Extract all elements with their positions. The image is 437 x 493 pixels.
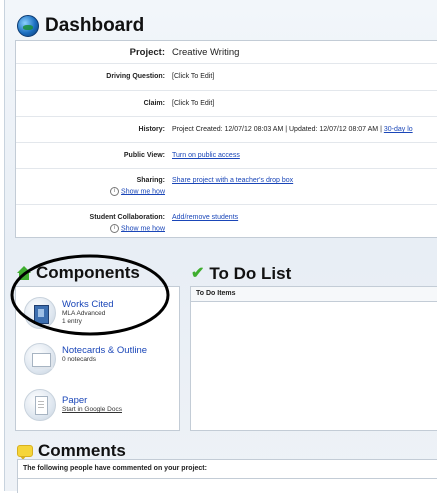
- dashboard-title: Dashboard: [45, 15, 145, 36]
- todo-items-header: To Do Items: [191, 287, 437, 302]
- works-cited-link[interactable]: Works Cited: [62, 299, 114, 310]
- home-icon: [17, 266, 31, 280]
- claim-edit[interactable]: [Click To Edit]: [172, 100, 214, 107]
- components-list: Works Cited MLA Advanced 1 entry Notecar…: [15, 286, 180, 431]
- checkmark-icon: ✔: [191, 265, 205, 282]
- sharing-row: Sharing: Share project with a teacher's …: [16, 169, 437, 205]
- public-view-label: Public View:: [123, 152, 165, 159]
- history-30-day-log-link[interactable]: 30-day lo: [384, 126, 413, 133]
- sharing-label: Sharing:: [136, 177, 165, 184]
- info-icon: i: [110, 187, 120, 196]
- comments-title: Comments: [38, 441, 126, 460]
- collaboration-row: Student Collaboration: Add/remove studen…: [16, 205, 437, 238]
- works-cited-count: 1 entry: [62, 318, 82, 325]
- comments-header: Comments: [17, 441, 126, 461]
- driving-question-edit[interactable]: [Click To Edit]: [172, 73, 214, 80]
- speech-bubble-icon: [17, 445, 33, 460]
- component-notecards[interactable]: Notecards & Outline 0 notecards: [24, 343, 147, 375]
- project-name[interactable]: Creative Writing: [172, 47, 239, 58]
- dashboard-panel: Dashboard Project: Creative Writing Driv…: [4, 0, 437, 493]
- component-paper[interactable]: Paper Start in Google Docs: [24, 389, 122, 421]
- share-dropbox-link[interactable]: Share project with a teacher's drop box: [172, 177, 293, 184]
- paper-icon: [24, 389, 56, 421]
- add-remove-students-link[interactable]: Add/remove students: [172, 214, 238, 221]
- notecards-count: 0 notecards: [62, 356, 96, 363]
- project-details: Project: Creative Writing Driving Questi…: [15, 40, 437, 238]
- history-label: History:: [138, 126, 165, 133]
- claim-row: Claim: [Click To Edit]: [16, 91, 437, 117]
- book-icon: [24, 297, 56, 329]
- driving-question-label: Driving Question:: [106, 73, 165, 80]
- info-icon: i: [110, 224, 120, 233]
- driving-question-row: Driving Question: [Click To Edit]: [16, 64, 437, 91]
- component-works-cited[interactable]: Works Cited MLA Advanced 1 entry: [24, 297, 114, 329]
- notecards-link[interactable]: Notecards & Outline: [62, 345, 147, 356]
- collaboration-show-me-how-link[interactable]: Show me how: [121, 225, 165, 232]
- sharing-help: i Show me how: [25, 187, 165, 196]
- notecards-icon: [24, 343, 56, 375]
- paper-link[interactable]: Paper: [62, 395, 122, 406]
- comments-panel: The following people have commented on y…: [17, 459, 437, 479]
- sharing-show-me-how-link[interactable]: Show me how: [121, 188, 165, 195]
- project-label: Project:: [129, 47, 165, 58]
- components-header: Components: [17, 263, 140, 283]
- collaboration-label: Student Collaboration:: [89, 214, 165, 221]
- google-docs-link[interactable]: Start in Google Docs: [62, 406, 122, 414]
- components-title: Components: [36, 263, 140, 282]
- history-row: History: Project Created: 12/07/12 08:03…: [16, 117, 437, 143]
- globe-icon: [17, 15, 39, 37]
- todo-title: To Do List: [209, 264, 292, 283]
- dashboard-header: Dashboard: [17, 14, 144, 38]
- todo-list: To Do Items: [190, 286, 437, 431]
- project-row: Project: Creative Writing: [16, 41, 437, 64]
- todo-header: ✔ To Do List: [191, 264, 291, 284]
- claim-label: Claim:: [143, 100, 165, 107]
- history-text: Project Created: 12/07/12 08:03 AM | Upd…: [172, 126, 384, 133]
- history-value: Project Created: 12/07/12 08:03 AM | Upd…: [172, 126, 413, 133]
- public-access-link[interactable]: Turn on public access: [172, 152, 240, 159]
- collaboration-help: i Show me how: [25, 224, 165, 233]
- works-cited-style: MLA Advanced: [62, 310, 106, 317]
- public-view-row: Public View: Turn on public access: [16, 143, 437, 169]
